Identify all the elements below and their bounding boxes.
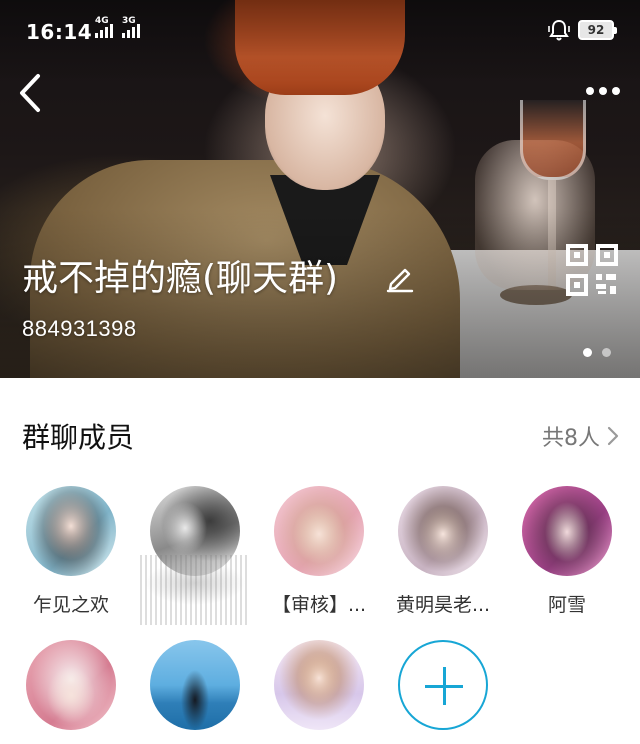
member-avatar[interactable] <box>26 486 116 576</box>
member-name: 【审核】... <box>271 594 367 616</box>
members-title: 群聊成员 <box>22 421 135 454</box>
add-icon[interactable] <box>398 640 488 730</box>
member-item[interactable] <box>11 640 131 744</box>
pager-dot[interactable] <box>602 348 611 357</box>
network-type-label-2: 3G <box>122 16 136 26</box>
back-icon[interactable] <box>12 68 52 118</box>
member-item[interactable]: 阿雪 <box>507 486 627 617</box>
battery-level: 92 <box>587 23 605 37</box>
member-name: 阿雪 <box>547 594 586 616</box>
member-item[interactable]: 乍见之欢 <box>11 486 131 617</box>
member-avatar[interactable] <box>150 640 240 730</box>
member-item[interactable]: 【审核】... <box>259 486 379 617</box>
more-dot-icon <box>612 87 620 95</box>
members-count-button[interactable]: 共8人 <box>542 420 620 452</box>
pager-dot-active[interactable] <box>583 348 592 357</box>
member-avatar[interactable] <box>274 640 364 730</box>
member-avatar[interactable] <box>274 486 364 576</box>
member-item[interactable] <box>135 640 255 744</box>
more-options-button[interactable] <box>580 78 626 104</box>
edit-name-icon[interactable] <box>384 262 416 294</box>
signal-3g-icon: 3G <box>122 16 140 38</box>
network-type-label: 4G <box>95 16 109 26</box>
group-name: 戒不掉的瘾(聊天群) <box>22 258 339 299</box>
member-item[interactable]: 黄明昊老... <box>383 486 503 617</box>
vibrate-bell-icon <box>548 19 570 41</box>
member-item[interactable] <box>259 640 379 744</box>
more-dot-icon <box>586 87 594 95</box>
qr-code-icon[interactable] <box>565 243 619 297</box>
member-name: 乍见之欢 <box>32 594 109 616</box>
cover-pager <box>583 348 611 357</box>
more-dot-icon <box>599 87 607 95</box>
status-time: 16:14 <box>26 20 93 44</box>
signal-4g-icon: 4G <box>95 16 113 38</box>
members-count-label: 共8人 <box>542 426 600 451</box>
battery-icon: 92 <box>578 20 617 40</box>
member-avatar[interactable] <box>26 640 116 730</box>
obscured-name-scribble <box>140 555 250 625</box>
member-avatar[interactable] <box>522 486 612 576</box>
chevron-right-icon <box>607 426 619 446</box>
group-id: 884931398 <box>22 316 137 341</box>
member-name: 黄明昊老... <box>395 594 491 616</box>
member-avatar[interactable] <box>398 486 488 576</box>
status-bar: 16:14 4G 3G 92 <box>0 0 640 64</box>
members-section-header[interactable]: 群聊成员 共8人 <box>0 378 640 496</box>
add-member-item[interactable] <box>383 640 503 730</box>
